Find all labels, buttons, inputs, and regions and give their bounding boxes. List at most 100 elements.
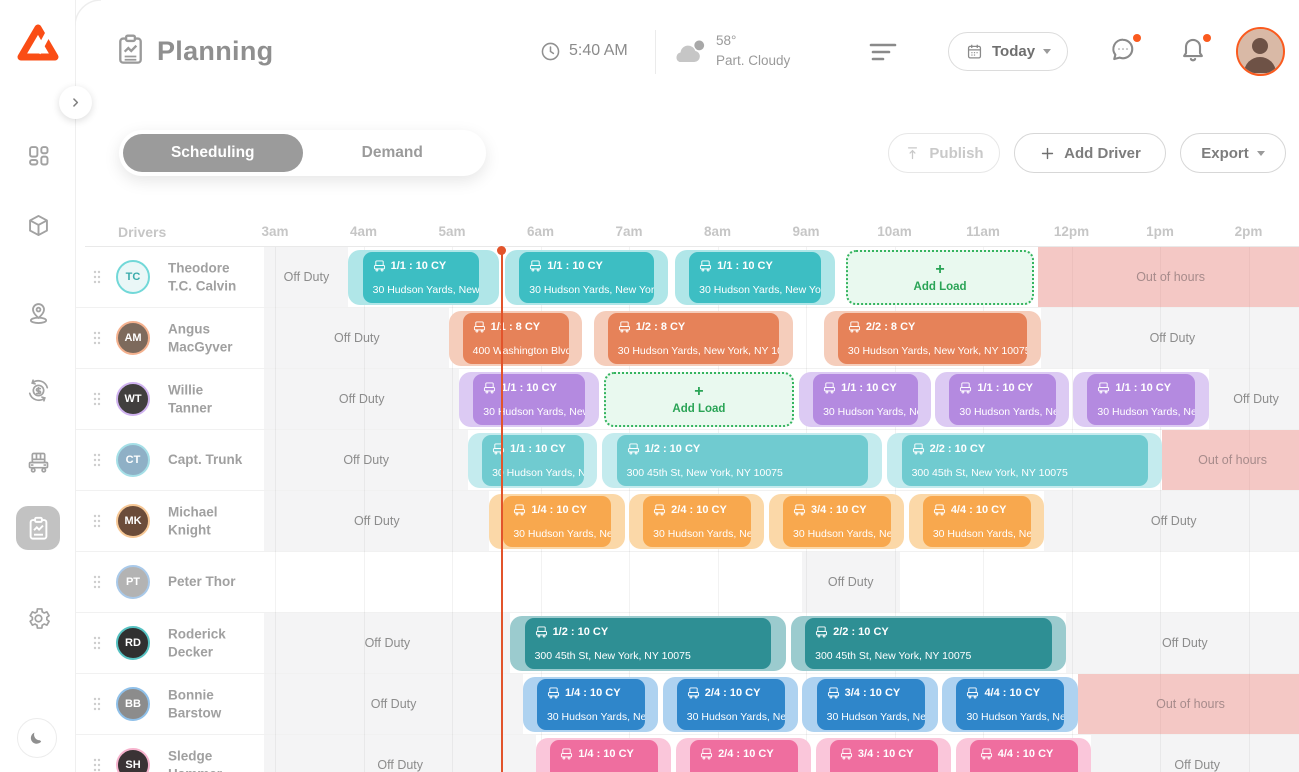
driver-name: AngusMacGyver	[168, 320, 233, 355]
sidebar-expand-button[interactable]	[59, 86, 92, 119]
driver-name: Capt. Trunk	[168, 451, 242, 469]
calendar-icon	[965, 42, 984, 61]
job-block[interactable]: 1/2 : 8 CY30 Hudson Yards, New York, NY …	[608, 313, 779, 364]
job-block[interactable]: 1/1 : 10 CY30 Hudson Yards, New York, NY…	[949, 374, 1055, 425]
chevron-right-icon	[68, 95, 83, 110]
job-block[interactable]: 2/2 : 8 CY 30 Hudson Yards, New York, NY …	[838, 313, 1027, 364]
job-block[interactable]: 1/1 : 10 CY30 Hudson Yards, New York, NY…	[1087, 374, 1195, 425]
weather-temp: 58°	[716, 33, 736, 48]
sidebar-item-dashboard[interactable]	[22, 139, 54, 171]
job-block[interactable]: 2/4 : 10 CY30 Hudson Yards, New York, NY…	[690, 740, 798, 772]
job-block[interactable]: 4/4 : 10 CY30 Hudson Yards, New York, NY…	[956, 679, 1064, 730]
job-block[interactable]: 1/1 : 10 CY30 Hudson Yards, New York, NY…	[482, 435, 584, 486]
job-block[interactable]: 3/4 : 10 CY30 Hudson Yards, New York, NY…	[830, 740, 938, 772]
add-driver-label: Add Driver	[1064, 145, 1141, 162]
out-of-hours-segment: Out of hours	[1038, 247, 1299, 307]
job-title: 3/4 : 10 CY	[840, 748, 928, 760]
job-address: 300 45th St, New York, NY 10075	[912, 467, 1138, 479]
job-title: 1/1 : 10 CY	[373, 260, 470, 272]
drag-handle[interactable]	[92, 269, 102, 285]
truck-icon	[1097, 382, 1110, 394]
drag-handle[interactable]	[92, 391, 102, 407]
job-address: 30 Hudson Yards, New York, NY 10075	[483, 406, 575, 418]
tab-demand[interactable]: Demand	[303, 134, 483, 172]
driver-avatar: RD	[116, 626, 150, 660]
job-block[interactable]: 3/4 : 10 CY30 Hudson Yards, New York, NY…	[817, 679, 925, 730]
hour-label: 8am	[683, 224, 753, 239]
job-address: 30 Hudson Yards, New York, NY 10075	[687, 711, 775, 723]
job-block[interactable]: 1/4 : 10 CY30 Hudson Yards, New York, NY…	[550, 740, 658, 772]
job-title: 2/2 : 8 CY	[848, 321, 1017, 333]
drag-handle[interactable]	[92, 452, 102, 468]
date-selector-button[interactable]: Today	[948, 32, 1068, 71]
job-address: 30 Hudson Yards, New York, NY 10075	[373, 284, 470, 296]
job-block[interactable]: 1/2 : 10 CY300 45th St, New York, NY 100…	[617, 435, 868, 486]
date-selector-label: Today	[992, 43, 1035, 60]
publish-button[interactable]: Publish	[888, 133, 1000, 173]
drag-handle[interactable]	[92, 757, 102, 772]
job-title: 4/4 : 10 CY	[933, 504, 1021, 516]
off-duty-segment: Off Duty	[1041, 308, 1299, 368]
off-duty-segment: Off Duty	[264, 674, 522, 734]
job-block[interactable]: 1/2 : 10 CY300 45th St, New York, NY 100…	[525, 618, 772, 669]
job-block[interactable]: 1/1 : 10 CY30 Hudson Yards, New York, NY…	[813, 374, 917, 425]
job-block[interactable]: 3/4 : 10 CY 30 Hudson Yards, New York, NY…	[783, 496, 891, 547]
off-duty-segment: Off Duty	[1091, 735, 1299, 772]
driver-name: RoderickDecker	[168, 625, 226, 660]
drag-handle[interactable]	[92, 330, 102, 346]
chevron-down-icon	[1043, 49, 1051, 54]
cloud-moon-icon	[668, 36, 708, 68]
sidebar-item-packages[interactable]	[22, 209, 54, 241]
job-block[interactable]: 2/4 : 10 CY30 Hudson Yards, New York, NY…	[677, 679, 785, 730]
truck-icon	[848, 321, 861, 333]
tab-scheduling[interactable]: Scheduling	[123, 134, 303, 172]
notifications-button[interactable]	[1178, 34, 1212, 68]
drag-handle[interactable]	[92, 635, 102, 651]
job-address: 300 45th St, New York, NY 10075	[627, 467, 858, 479]
drag-handle[interactable]	[92, 696, 102, 712]
add-driver-button[interactable]: Add Driver	[1014, 133, 1166, 173]
messages-button[interactable]	[1108, 34, 1142, 68]
out-of-hours-segment: Out of hours	[1078, 674, 1299, 734]
drag-handle[interactable]	[92, 513, 102, 529]
add-load-button[interactable]: +Add Load	[604, 372, 793, 427]
job-block[interactable]: 2/2 : 10 CY300 45th St, New York, NY 100…	[902, 435, 1148, 486]
driver-avatar: MK	[116, 504, 150, 538]
add-load-button[interactable]: +Add Load	[846, 250, 1035, 305]
export-button[interactable]: Export	[1180, 133, 1286, 173]
job-block[interactable]: 1/4 : 10 CY30 Hudson Yards, New York, NY…	[537, 679, 645, 730]
sidebar-item-planning[interactable]	[16, 506, 60, 550]
job-block[interactable]: 2/4 : 10 CY30 Hudson Yards, New York, NY…	[643, 496, 751, 547]
off-duty-segment: Off Duty	[264, 735, 536, 772]
drag-handle[interactable]	[92, 574, 102, 590]
job-block[interactable]: 1/1 : 10 CY30 Hudson Yards, New York, NY…	[473, 374, 585, 425]
sidebar-item-settings[interactable]	[22, 602, 54, 634]
user-avatar[interactable]	[1236, 27, 1285, 76]
out-of-hours-segment: Out of hours	[1162, 430, 1299, 490]
job-block[interactable]: 1/1 : 10 CY30 Hudson Yards, New York, NY…	[689, 252, 821, 303]
job-block[interactable]: 1/1 : 10 CY 30 Hudson Yards, New York, NY…	[363, 252, 480, 303]
job-address: 30 Hudson Yards, New York, NY 10075	[793, 528, 881, 540]
dashboard-grid-icon	[25, 142, 52, 169]
job-block[interactable]: 4/4 : 10 CY30 Hudson Yards, New York, NY…	[923, 496, 1031, 547]
sidebar-item-billing[interactable]	[22, 374, 54, 406]
driver-row: CTCapt. TrunkOff Duty1/1 : 10 CY30 Hudso…	[0, 430, 1299, 491]
sidebar-item-fleet[interactable]	[22, 446, 54, 478]
hour-label: 11am	[948, 224, 1018, 239]
dark-mode-toggle[interactable]	[17, 718, 57, 758]
job-block[interactable]: 1/1 : 8 CY400 Washington Blvd	[463, 313, 569, 364]
job-title: 1/4 : 10 CY	[513, 504, 601, 516]
job-block[interactable]: 4/4 : 10 CY30 Hudson Yards, New York, NY…	[970, 740, 1078, 772]
job-block[interactable]: 2/2 : 10 CY300 45th St, New York, NY 100…	[805, 618, 1052, 669]
sidebar-item-locations[interactable]	[22, 296, 54, 328]
job-title: 1/1 : 10 CY	[699, 260, 811, 272]
filter-button[interactable]	[868, 40, 898, 64]
job-title: 3/4 : 10 CY	[793, 504, 881, 516]
job-block[interactable]: 1/4 : 10 CY30 Hudson Yards, New York, NY…	[503, 496, 611, 547]
driver-name: SledgeHammer	[168, 747, 222, 772]
job-address: 30 Hudson Yards, New York, NY 10075	[848, 345, 1017, 357]
job-title: 1/1 : 10 CY	[492, 443, 574, 455]
page-title: Planning	[157, 36, 273, 67]
driver-name: TheodoreT.C. Calvin	[168, 259, 236, 294]
job-block[interactable]: 1/1 : 10 CY30 Hudson Yards, New York, NY…	[519, 252, 654, 303]
